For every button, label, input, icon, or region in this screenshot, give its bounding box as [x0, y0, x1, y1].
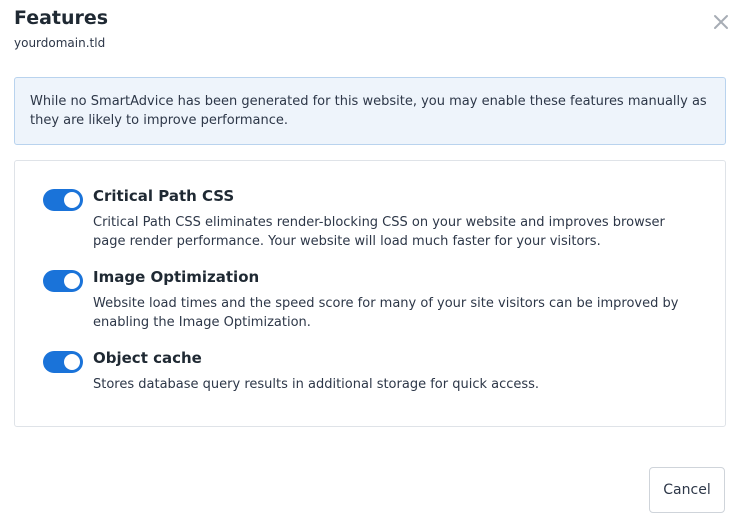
dialog-title: Features — [14, 7, 109, 29]
domain-subtitle: yourdomain.tld — [14, 36, 106, 50]
cancel-button[interactable]: Cancel — [649, 467, 725, 513]
feature-description: Website load times and the speed score f… — [93, 296, 679, 330]
feature-title: Image Optimization — [93, 268, 260, 286]
feature-title: Object cache — [93, 349, 202, 367]
object-cache-toggle[interactable] — [43, 351, 83, 373]
close-icon — [714, 15, 728, 29]
feature-description: Stores database query results in additio… — [93, 377, 540, 392]
info-alert-text: While no SmartAdvice has been generated … — [30, 94, 707, 128]
feature-description: Critical Path CSS eliminates render-bloc… — [93, 215, 665, 249]
close-button[interactable] — [711, 12, 731, 32]
info-alert: While no SmartAdvice has been generated … — [14, 77, 726, 145]
features-dialog: Features yourdomain.tld While no SmartAd… — [0, 0, 734, 527]
toggle-knob — [64, 192, 80, 208]
critical-path-css-toggle[interactable] — [43, 189, 83, 211]
feature-title: Critical Path CSS — [93, 187, 235, 205]
features-panel: Critical Path CSS Critical Path CSS elim… — [14, 160, 726, 427]
image-optimization-toggle[interactable] — [43, 270, 83, 292]
toggle-knob — [64, 354, 80, 370]
toggle-knob — [64, 273, 80, 289]
